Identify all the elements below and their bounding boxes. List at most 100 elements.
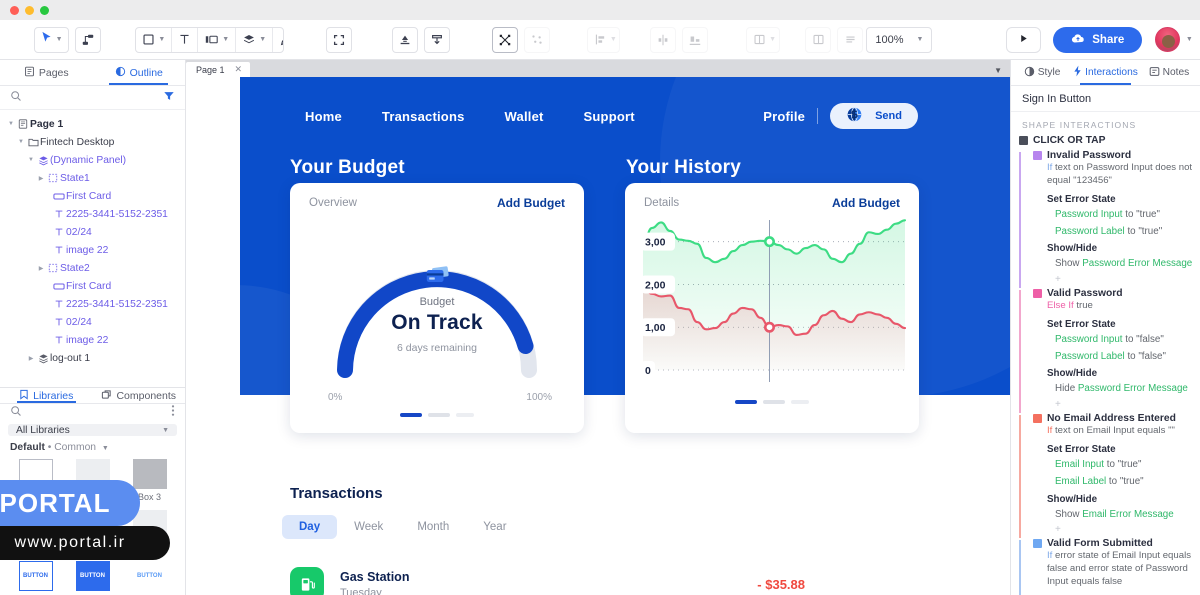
chevron-right-icon[interactable]: ▶ [26, 355, 36, 362]
history-chart[interactable]: 01,002,003,00 [625, 210, 919, 392]
search-icon[interactable] [10, 404, 22, 422]
history-card-pagination[interactable] [625, 400, 919, 404]
widget-tool-button[interactable]: ▼ [197, 27, 235, 53]
nav-link-wallet[interactable]: Wallet [505, 109, 544, 124]
tab-week[interactable]: Week [337, 515, 400, 539]
library-item[interactable]: BUTTON [67, 561, 118, 591]
tree-item-page-1[interactable]: ▼ Page 1 [0, 115, 185, 133]
send-button[interactable]: Send [830, 103, 918, 129]
tree-item-image-22[interactable]: image 22 [0, 241, 185, 259]
align-left-tool-button[interactable]: ▼ [588, 27, 620, 53]
user-account-menu[interactable]: ▼ [1155, 27, 1193, 52]
filter-icon[interactable] [163, 89, 175, 107]
window-minimize-button[interactable] [25, 6, 34, 15]
tab-pages[interactable]: Pages [0, 60, 93, 85]
table-row[interactable]: Gas Station Tuesday - $35.88 [290, 567, 805, 595]
layers-tool-button[interactable]: ▼ [235, 27, 272, 53]
scatter-tool-button[interactable] [524, 27, 550, 53]
tree-item-first-card[interactable]: First Card [0, 187, 185, 205]
chevron-right-icon[interactable]: ▶ [36, 265, 46, 272]
library-group-breadcrumb[interactable]: Default • Common ▼ [0, 438, 185, 455]
cursor-tool-button[interactable]: ▼ [34, 27, 69, 53]
tree-item-state1[interactable]: ▶ State1 [0, 169, 185, 187]
tree-item-first-card[interactable]: First Card [0, 277, 185, 295]
chevron-right-icon[interactable]: ▶ [36, 175, 46, 182]
tree-item-dynamic-panel[interactable]: ▼ (Dynamic Panel) [0, 151, 185, 169]
resize-tool-button[interactable] [326, 27, 352, 53]
add-action-icon[interactable]: + [1033, 273, 1200, 288]
action-item: Hide Password Error Message [1033, 381, 1200, 398]
tab-components[interactable]: Components [93, 388, 186, 403]
tab-style[interactable]: Style [1011, 60, 1073, 85]
add-action-icon[interactable]: + [1033, 523, 1200, 538]
artboard[interactable]: Home Transactions Wallet Support Profile… [186, 77, 1010, 595]
anchor-tool-button[interactable] [392, 27, 418, 53]
flip-tool-button[interactable] [650, 27, 676, 53]
connector-tool-button[interactable] [75, 27, 101, 53]
zoom-level-select[interactable]: 100% ▼ [866, 27, 932, 53]
pagination-dot-active[interactable] [400, 413, 422, 417]
nav-link-transactions[interactable]: Transactions [382, 109, 465, 124]
tree-item-card-number[interactable]: 2225-3441-5152-2351 [0, 205, 185, 223]
list-tool-button[interactable] [837, 27, 863, 53]
budget-card-pagination[interactable] [290, 413, 584, 417]
window-close-button[interactable] [10, 6, 19, 15]
pagination-dot-active[interactable] [735, 400, 757, 404]
pin-tool-button[interactable] [424, 27, 450, 53]
window-maximize-button[interactable] [40, 6, 49, 15]
interaction-event-click-or-tap[interactable]: CLICK OR TAP [1011, 135, 1200, 150]
tab-month[interactable]: Month [400, 515, 466, 539]
add-budget-button[interactable]: Add Budget [497, 196, 565, 210]
ungroup-tool-button[interactable] [805, 27, 831, 53]
nav-link-support[interactable]: Support [584, 109, 635, 124]
chevron-down-icon[interactable]: ▼ [26, 157, 36, 163]
chevron-down-icon[interactable]: ▼ [6, 121, 16, 127]
more-options-icon[interactable] [171, 404, 175, 422]
interaction-case-no-email[interactable]: No Email Address Entered If text on Emai… [1019, 413, 1200, 538]
close-icon[interactable]: ✕ [235, 64, 243, 75]
add-budget-button[interactable]: Add Budget [832, 196, 900, 210]
library-filter-select[interactable]: All Libraries ▼ [8, 424, 177, 436]
tree-item-log-out-1[interactable]: ▶ log-out 1 [0, 349, 185, 367]
design-canvas[interactable]: Page 1 ✕ ▼ Home Transactions Wallet Supp… [186, 60, 1010, 595]
library-item[interactable]: BUTTON [124, 561, 175, 591]
tab-libraries[interactable]: Libraries [0, 388, 93, 403]
tree-item-state2[interactable]: ▶ State2 [0, 259, 185, 277]
text-tool-button[interactable] [171, 27, 197, 53]
tree-item-image-22[interactable]: image 22 [0, 331, 185, 349]
pagination-dot[interactable] [456, 413, 474, 417]
nav-link-profile[interactable]: Profile [763, 109, 805, 124]
nav-link-home[interactable]: Home [305, 109, 342, 124]
interaction-case-valid-password[interactable]: Valid Password Else If true Set Error St… [1019, 288, 1200, 413]
tree-item-card-number[interactable]: 2225-3441-5152-2351 [0, 295, 185, 313]
history-card[interactable]: Details Add Budget 01,002,003,00 [625, 183, 919, 433]
pagination-dot[interactable] [763, 400, 785, 404]
tab-day[interactable]: Day [282, 515, 337, 539]
tab-interactions[interactable]: Interactions [1073, 60, 1138, 85]
rectangle-tool-button[interactable]: ▼ [136, 27, 171, 53]
tree-item-expiry[interactable]: 02/24 [0, 313, 185, 331]
add-action-icon[interactable]: + [1033, 398, 1200, 413]
tab-outline[interactable]: Outline [93, 60, 186, 85]
pagination-dot[interactable] [428, 413, 450, 417]
interaction-case-invalid-password[interactable]: Invalid Password If text on Password Inp… [1019, 150, 1200, 288]
pen-tool-button[interactable] [272, 27, 284, 53]
tree-item-fintech-desktop[interactable]: ▼ Fintech Desktop [0, 133, 185, 151]
library-item[interactable]: BUTTON [10, 561, 61, 591]
tree-item-expiry[interactable]: 02/24 [0, 223, 185, 241]
preview-button[interactable] [1006, 27, 1040, 53]
avatar[interactable] [1155, 27, 1180, 52]
share-button[interactable]: Share [1053, 27, 1142, 53]
transform-tool-button[interactable] [492, 27, 518, 53]
chevron-down-icon[interactable]: ▼ [994, 66, 1002, 75]
search-icon[interactable] [10, 89, 22, 107]
distribute-tool-button[interactable] [682, 27, 708, 53]
budget-card[interactable]: Overview Add Budget Budget On Track [290, 183, 584, 433]
chevron-down-icon[interactable]: ▼ [16, 139, 26, 145]
tab-notes[interactable]: Notes [1138, 60, 1200, 85]
group-tool-button[interactable]: ▼ [747, 27, 779, 53]
canvas-tab-page-1[interactable]: Page 1 ✕ [186, 62, 250, 77]
pagination-dot[interactable] [791, 400, 809, 404]
tab-year[interactable]: Year [466, 515, 523, 539]
interaction-case-valid-form[interactable]: Valid Form Submitted If error state of E… [1019, 538, 1200, 595]
